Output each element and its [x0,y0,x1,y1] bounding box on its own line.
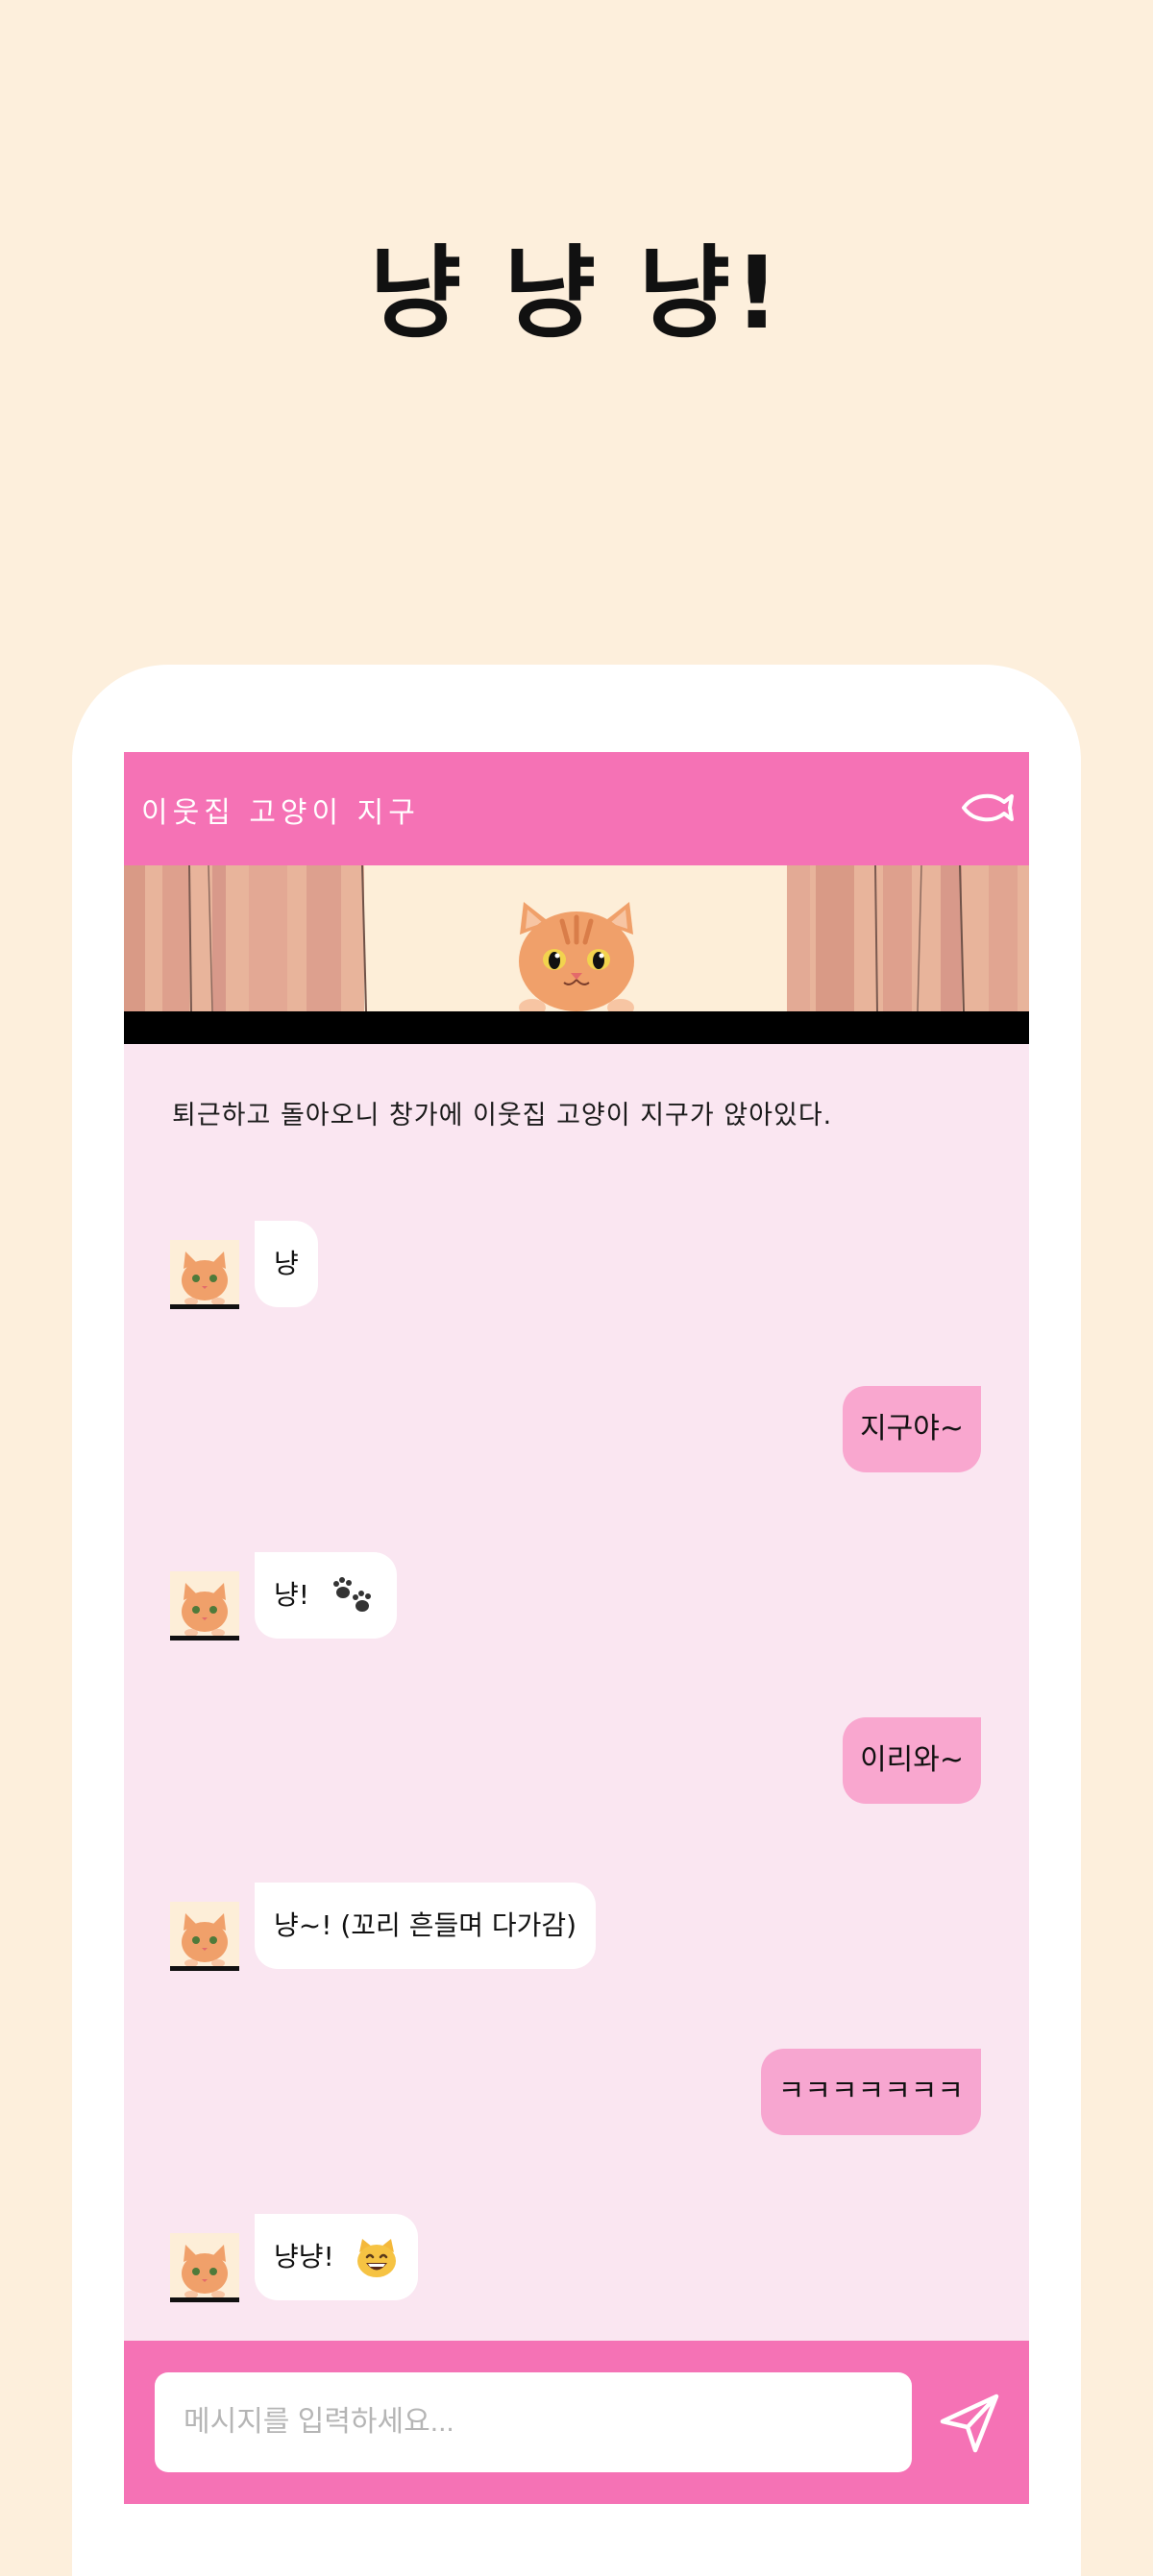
window-sill [124,1011,1029,1044]
cat-avatar [170,1240,239,1309]
my-message-bubble: ㅋㅋㅋㅋㅋㅋㅋ [760,2049,981,2135]
message-row: 이리와~ [124,1717,1029,1810]
send-icon[interactable] [935,2389,1004,2458]
cat-message-bubble: 냥냥! [255,2214,418,2300]
paw-prints-icon [332,1577,371,1612]
message-input[interactable] [155,2372,912,2472]
chat-screen: 이웃집 고양이 지구 퇴근하고 돌아오니 창가에 이웃집 고양이 지구가 앉아있… [124,752,1029,2504]
message-row: 냥~! (꼬리 흔들며 다가감) [124,1883,1029,1975]
message-text: 냥! [274,1579,309,1611]
message-row: 냥냥! [124,2214,1029,2306]
poster-title: 냥 냥 냥! [369,234,784,352]
window-scene [124,865,1029,1044]
grinning-cat-emoji [356,2239,396,2277]
my-message-bubble: 이리와~ [843,1717,981,1804]
cat-message-bubble: 냥! [255,1552,397,1639]
chat-header: 이웃집 고양이 지구 [124,752,1029,865]
cat-illustration [519,902,634,1016]
chat-title: 이웃집 고양이 지구 [141,796,420,830]
my-message-bubble: 지구야~ [843,1386,981,1472]
cat-avatar [170,1902,239,1971]
message-row: ㅋㅋㅋㅋㅋㅋㅋ [124,2049,1029,2141]
cat-message-bubble: 냥 [255,1221,318,1307]
composer-bar [124,2341,1029,2504]
cat-avatar [170,1571,239,1640]
fish-icon[interactable] [960,787,1014,829]
message-row: 지구야~ [124,1386,1029,1478]
message-row: 냥 [124,1221,1029,1313]
message-text: 냥냥! [274,2241,334,2272]
narration-text: 퇴근하고 돌아오니 창가에 이웃집 고양이 지구가 앉아있다. [172,1101,833,1130]
cat-avatar [170,2233,239,2302]
message-row: 냥! [124,1552,1029,1644]
cat-message-bubble: 냥~! (꼬리 흔들며 다가감) [255,1883,597,1969]
